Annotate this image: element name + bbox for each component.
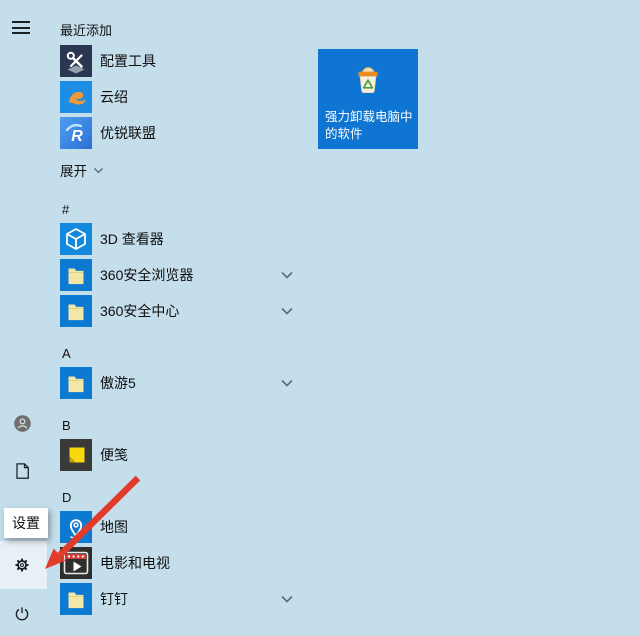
app-row[interactable]: 便笺 [60,439,304,471]
app-row[interactable]: 傲游5 [60,367,304,399]
app-label: 便笺 [100,447,128,463]
hamburger-button[interactable] [12,21,30,34]
settings-tooltip: 设置 [4,508,48,538]
app-label: 钉钉 [100,591,128,607]
power-button[interactable] [4,596,40,632]
app-label: 电影和电视 [100,555,170,571]
uninstall-icon [348,62,388,102]
app-row[interactable]: 钉钉 [60,583,304,615]
start-menu: 设置 最近添加 配置工具 云绍 R 优锐联盟 展开 # 3D 查看器 360安全浏… [0,0,640,636]
app-row[interactable]: R 优锐联盟 [60,117,304,149]
fox-icon [60,81,92,113]
movies-tv-icon [60,547,92,579]
app-row[interactable]: 360安全中心 [60,295,304,327]
config-tool-icon [60,45,92,77]
folder-icon [60,583,92,615]
folder-icon [60,367,92,399]
user-avatar-icon [13,414,31,432]
section-header[interactable]: D [62,486,92,508]
document-icon [16,463,29,479]
app-row[interactable]: 电影和电视 [60,547,304,579]
documents-button[interactable] [4,453,40,489]
folder-icon [60,259,92,291]
tile-uninstall[interactable]: 强力卸载电脑中的软件 [318,49,418,149]
tile-label: 强力卸载电脑中的软件 [325,109,413,142]
section-header[interactable]: A [62,342,92,364]
app-label: 地图 [100,519,128,535]
expand-label: 展开 [60,164,87,179]
app-row[interactable]: 云绍 [60,81,304,113]
svg-text:R: R [71,128,83,145]
app-row[interactable]: 360安全浏览器 [60,259,304,291]
app-label: 配置工具 [100,53,156,69]
folder-icon [60,295,92,327]
app-row[interactable]: 地图 [60,511,304,543]
app-label: 傲游5 [100,375,136,391]
expand-chevron-icon[interactable] [279,376,295,390]
section-header[interactable]: # [62,198,92,220]
section-header[interactable]: F [62,630,92,636]
sticky-note-icon [60,439,92,471]
expand-chevron-icon[interactable] [279,268,295,282]
power-icon [15,607,29,621]
recent-header: 最近添加 [60,23,113,38]
map-pin-icon [60,511,92,543]
settings-button[interactable] [4,547,40,583]
user-button[interactable] [4,405,40,441]
app-label: 优锐联盟 [100,125,156,141]
app-label: 3D 查看器 [100,231,164,247]
app-row[interactable]: 3D 查看器 [60,223,304,255]
app-row[interactable]: 配置工具 [60,45,304,77]
expand-chevron-icon[interactable] [279,592,295,606]
app-label: 云绍 [100,89,128,105]
chevron-down-icon [93,167,104,174]
expand-chevron-icon[interactable] [279,304,295,318]
section-header[interactable]: B [62,414,92,436]
yourui-icon: R [60,117,92,149]
gear-icon [15,558,29,572]
app-label: 360安全中心 [100,303,180,319]
cube-icon [60,223,92,255]
expand-button[interactable]: 展开 [60,160,105,180]
app-label: 360安全浏览器 [100,267,194,283]
menu-icon [12,21,30,23]
